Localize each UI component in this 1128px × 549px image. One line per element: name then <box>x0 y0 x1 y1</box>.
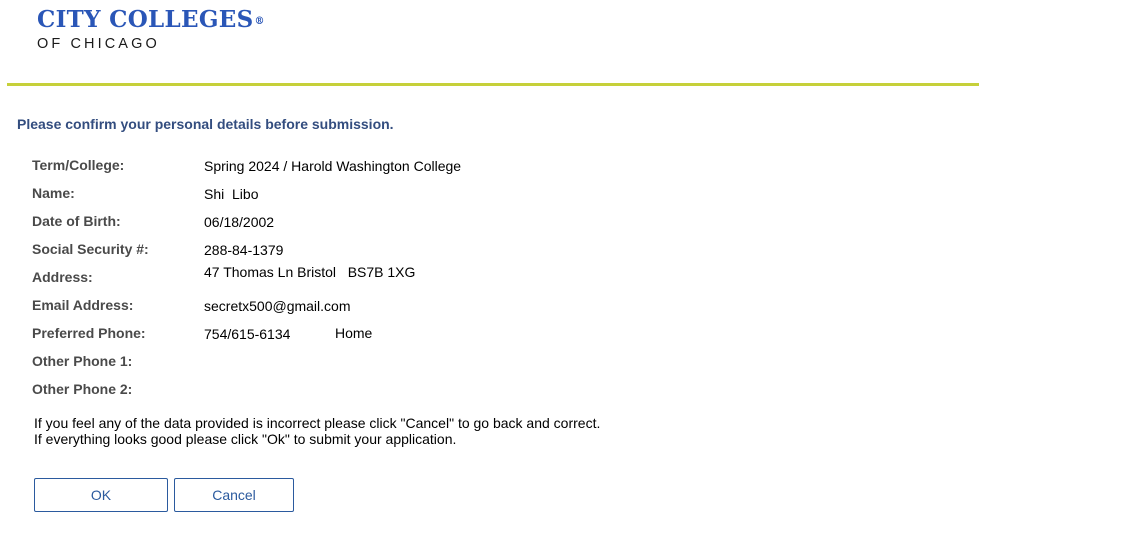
address-value: 47 Thomas Ln Bristol BS7B 1XG <box>204 264 416 280</box>
logo-title: CITY COLLEGES® <box>37 6 265 33</box>
instructions-ok-line: If everything looks good please click "O… <box>34 431 457 447</box>
other-phone-2-label: Other Phone 2: <box>32 381 133 397</box>
cancel-button[interactable]: Cancel <box>174 478 294 512</box>
page-heading: Please confirm your personal details bef… <box>17 116 394 132</box>
instructions: If you feel any of the data provided is … <box>34 415 600 447</box>
ssn-label: Social Security #: <box>32 241 149 257</box>
dob-value: 06/18/2002 <box>204 214 275 230</box>
preferred-phone-type: Home <box>335 325 373 341</box>
logo-registered-mark: ® <box>254 16 265 27</box>
logo-subtitle: OF CHICAGO <box>37 36 160 52</box>
instructions-cancel-line: If you feel any of the data provided is … <box>34 415 601 431</box>
term-college-label: Term/College: <box>32 157 125 173</box>
dob-label: Date of Birth: <box>32 213 121 229</box>
logo-title-text: CITY COLLEGES <box>37 6 254 33</box>
preferred-phone-label: Preferred Phone: <box>32 325 146 341</box>
header-divider <box>7 83 979 86</box>
name-label: Name: <box>32 185 75 201</box>
city-colleges-logo: CITY COLLEGES® OF CHICAGO <box>37 6 265 53</box>
address-label: Address: <box>32 269 93 285</box>
preferred-phone-value: 754/615-6134 <box>204 326 291 342</box>
term-college-value: Spring 2024 / Harold Washington College <box>204 158 462 174</box>
email-value: secretx500@gmail.com <box>204 298 351 314</box>
ok-button[interactable]: OK <box>34 478 168 512</box>
other-phone-1-label: Other Phone 1: <box>32 353 133 369</box>
name-value: Shi Libo <box>204 186 259 202</box>
email-label: Email Address: <box>32 297 134 313</box>
ssn-value: 288-84-1379 <box>204 242 284 258</box>
